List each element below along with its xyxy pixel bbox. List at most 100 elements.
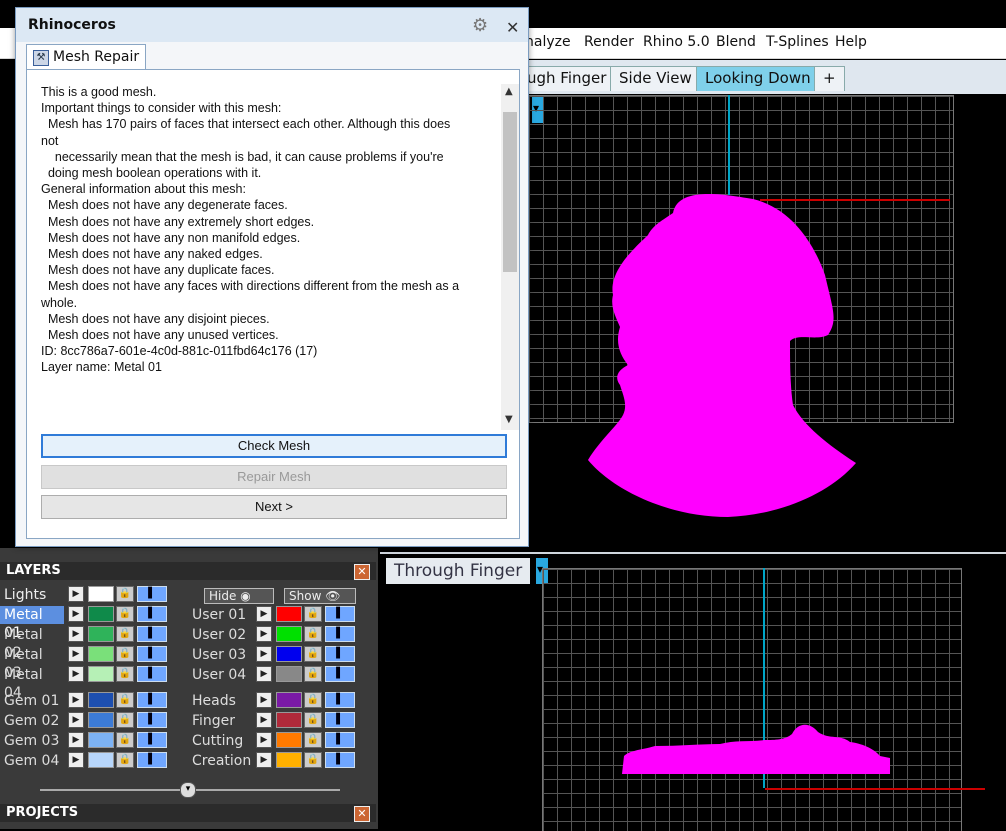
layer-row[interactable]: Creation ▶ 🔒 ▌ [188,752,358,770]
viewport-looking-down[interactable] [528,95,1006,548]
visibility-toggle[interactable]: ▌ [137,586,167,602]
play-icon[interactable]: ▶ [68,712,84,728]
layer-row-lights[interactable]: Lights ▶ 🔒 ▌ [0,586,180,604]
play-icon[interactable]: ▶ [256,692,272,708]
visibility-toggle[interactable]: ▌ [325,712,355,728]
layer-row[interactable]: Gem 03 ▶ 🔒 ▌ [0,732,170,750]
play-icon[interactable]: ▶ [68,752,84,768]
layer-color-swatch[interactable] [276,626,302,642]
lock-icon[interactable]: 🔒 [116,606,134,622]
hide-button[interactable]: Hide ◉ [204,588,274,604]
play-icon[interactable]: ▶ [68,666,84,682]
layer-color-swatch[interactable] [88,586,114,602]
report-scrollbar[interactable]: ▲ ▼ [501,84,519,430]
bust-silhouette[interactable] [528,95,1006,548]
layer-color-swatch[interactable] [276,646,302,662]
visibility-toggle[interactable]: ▌ [325,692,355,708]
layer-row[interactable]: User 03 ▶ 🔒 ▌ [188,646,358,664]
play-icon[interactable]: ▶ [68,732,84,748]
chevron-up-icon[interactable]: ▲ [505,86,513,97]
play-icon[interactable]: ▶ [256,732,272,748]
lock-icon[interactable]: 🔒 [304,732,322,748]
play-icon[interactable]: ▶ [256,606,272,622]
layer-color-swatch[interactable] [276,732,302,748]
menu-help[interactable]: Help [835,34,867,50]
visibility-toggle[interactable]: ▌ [325,666,355,682]
layer-row[interactable]: User 02 ▶ 🔒 ▌ [188,626,358,644]
layer-color-swatch[interactable] [88,646,114,662]
gear-icon[interactable]: ⚙ [472,15,488,36]
layer-row[interactable]: Metal 01 ▶ 🔒 ▌ [0,606,170,641]
lock-icon[interactable]: 🔒 [304,692,322,708]
visibility-toggle[interactable]: ▌ [325,732,355,748]
menu-tsplines[interactable]: T-Splines [766,34,829,50]
add-viewport-tab[interactable]: + [814,66,845,91]
layer-color-swatch[interactable] [88,712,114,728]
repair-mesh-button[interactable]: Repair Mesh [41,465,507,489]
layer-color-swatch[interactable] [276,606,302,622]
layer-color-swatch[interactable] [88,606,114,622]
play-icon[interactable]: ▶ [68,606,84,622]
layer-row[interactable]: User 04 ▶ 🔒 ▌ [188,666,358,684]
play-icon[interactable]: ▶ [256,712,272,728]
visibility-toggle[interactable]: ▌ [325,752,355,768]
visibility-toggle[interactable]: ▌ [137,732,167,748]
lock-icon[interactable]: 🔒 [304,666,322,682]
layer-color-swatch[interactable] [276,752,302,768]
visibility-toggle[interactable]: ▌ [137,712,167,728]
check-mesh-button[interactable]: Check Mesh [41,434,507,458]
layer-color-swatch[interactable] [88,752,114,768]
ring-profile[interactable] [380,554,1006,831]
visibility-toggle[interactable]: ▌ [325,606,355,622]
layer-row[interactable]: Gem 01 ▶ 🔒 ▌ [0,692,170,710]
lock-icon[interactable]: 🔒 [304,712,322,728]
visibility-toggle[interactable]: ▌ [137,626,167,642]
lock-icon[interactable]: 🔒 [304,606,322,622]
menu-render[interactable]: Render [584,34,634,50]
lock-icon[interactable]: 🔒 [116,732,134,748]
menu-rhino5[interactable]: Rhino 5.0 [643,34,710,50]
lock-icon[interactable]: 🔒 [116,586,134,602]
visibility-toggle[interactable]: ▌ [325,626,355,642]
layer-row[interactable]: Heads ▶ 🔒 ▌ [188,692,358,710]
layer-row[interactable]: User 01 ▶ 🔒 ▌ [188,606,358,624]
play-icon[interactable]: ▶ [68,646,84,662]
layer-color-swatch[interactable] [276,692,302,708]
mesh-report-text[interactable]: This is a good mesh. Important things to … [41,84,501,430]
lock-icon[interactable]: 🔒 [304,752,322,768]
layer-row[interactable]: Metal 04 ▶ 🔒 ▌ [0,666,170,701]
tab-looking-down[interactable]: Looking Down [696,66,820,91]
layer-color-swatch[interactable] [88,626,114,642]
play-icon[interactable]: ▶ [256,666,272,682]
layer-color-swatch[interactable] [88,666,114,682]
tab-through-finger[interactable]: ugh Finger [518,66,616,91]
lock-icon[interactable]: 🔒 [304,646,322,662]
close-icon[interactable]: ✕ [354,806,370,822]
tab-side-view[interactable]: Side View [610,66,701,91]
close-icon[interactable]: ✕ [506,18,519,37]
layer-row[interactable]: Metal 02 ▶ 🔒 ▌ [0,626,170,661]
play-icon[interactable]: ▶ [68,586,84,602]
chevron-down-icon[interactable]: ▾ [180,782,196,798]
layer-color-swatch[interactable] [88,732,114,748]
scrollbar-thumb[interactable] [503,112,517,272]
play-icon[interactable]: ▶ [68,626,84,642]
play-icon[interactable]: ▶ [256,752,272,768]
visibility-toggle[interactable]: ▌ [137,692,167,708]
lock-icon[interactable]: 🔒 [116,752,134,768]
next-button[interactable]: Next > [41,495,507,519]
viewport-through-finger[interactable]: Through Finger [380,552,1006,831]
layer-row[interactable]: Metal 03 ▶ 🔒 ▌ [0,646,170,681]
lock-icon[interactable]: 🔒 [116,712,134,728]
menu-blend[interactable]: Blend [716,34,756,50]
layer-row[interactable]: Cutting ▶ 🔒 ▌ [188,732,358,750]
layer-row[interactable]: Finger ▶ 🔒 ▌ [188,712,358,730]
lock-icon[interactable]: 🔒 [116,692,134,708]
visibility-toggle[interactable]: ▌ [137,666,167,682]
layer-color-swatch[interactable] [276,712,302,728]
layer-row[interactable]: Gem 02 ▶ 🔒 ▌ [0,712,170,730]
show-button[interactable]: Show 👁 [284,588,356,604]
lock-icon[interactable]: 🔒 [116,646,134,662]
layer-color-swatch[interactable] [276,666,302,682]
visibility-toggle[interactable]: ▌ [325,646,355,662]
